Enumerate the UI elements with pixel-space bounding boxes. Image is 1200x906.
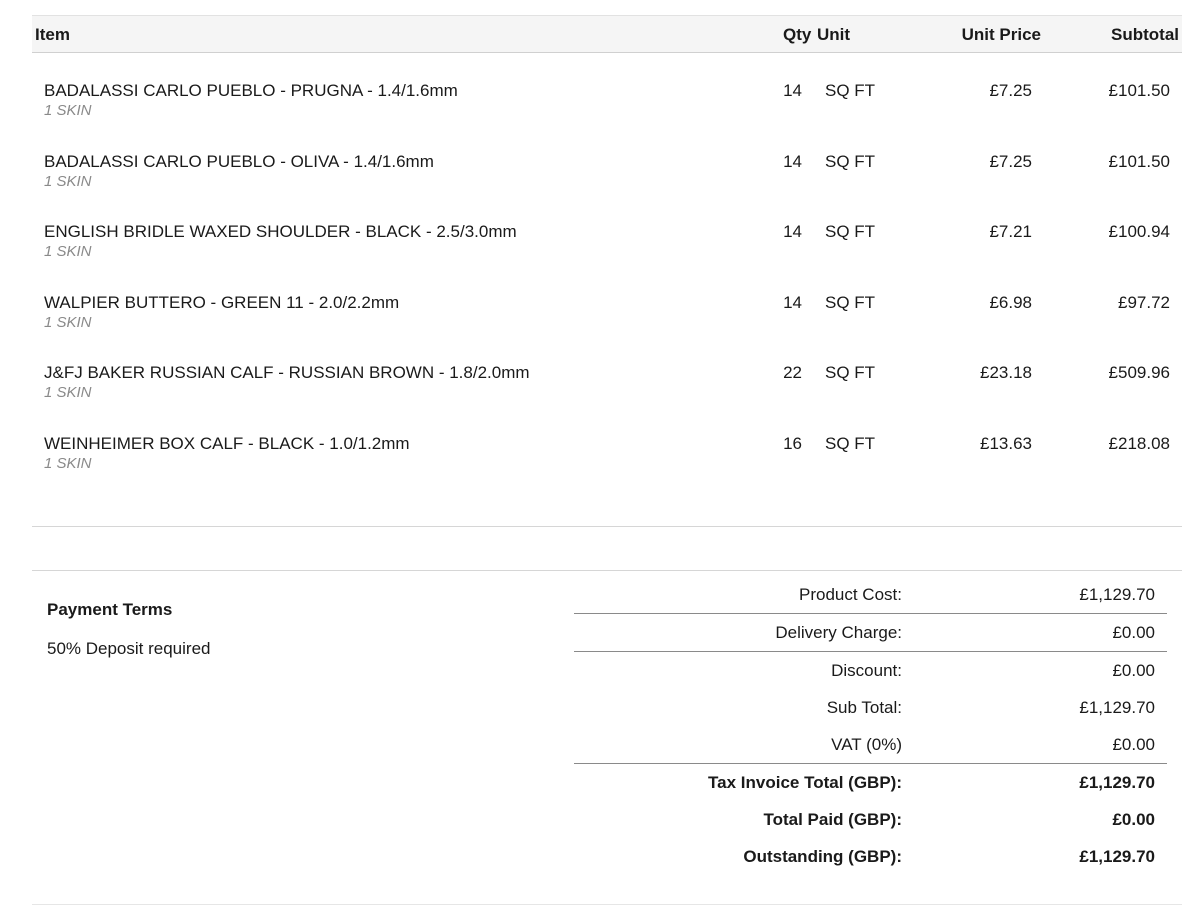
totals-label: VAT (0%) [831, 735, 902, 754]
item-name: WALPIER BUTTERO - GREEN 11 - 2.0/2.2mm [44, 292, 400, 312]
item-unit-price: £6.98 [989, 292, 1032, 312]
item-name: J&FJ BAKER RUSSIAN CALF - RUSSIAN BROWN … [44, 363, 530, 382]
item-note: 1 SKIN [44, 313, 92, 331]
totals-row-total-paid: Total Paid (GBP): £0.00 [574, 801, 1167, 838]
item-subtotal: £101.50 [1108, 151, 1170, 171]
totals-row-delivery-charge: Delivery Charge: £0.00 [574, 614, 1167, 652]
table-row: WALPIER BUTTERO - GREEN 11 - 2.0/2.2mm 1… [32, 265, 1182, 336]
item-unit: SQ FT [825, 363, 876, 382]
header-qty: Qty [783, 25, 812, 44]
item-name: WEINHEIMER BOX CALF - BLACK - 1.0/1.2mm [44, 433, 410, 453]
table-header: Item Qty Unit Unit Price Subtotal [32, 15, 1182, 53]
item-unit: SQ FT [825, 433, 876, 453]
page-bottom-divider [32, 904, 1182, 905]
item-qty: 14 [783, 151, 802, 171]
totals-row-outstanding: Outstanding (GBP): £1,129.70 [574, 838, 1167, 875]
table-row: BADALASSI CARLO PUEBLO - PRUGNA - 1.4/1.… [32, 53, 1182, 124]
item-name: ENGLISH BRIDLE WAXED SHOULDER - BLACK - … [44, 222, 517, 241]
line-items-table: Item Qty Unit Unit Price Subtotal BADALA… [32, 15, 1182, 476]
totals-label: Delivery Charge: [775, 623, 902, 642]
item-note: 1 SKIN [44, 102, 92, 119]
table-row: J&FJ BAKER RUSSIAN CALF - RUSSIAN BROWN … [32, 335, 1182, 406]
item-note: 1 SKIN [44, 243, 92, 260]
totals-label: Discount: [831, 661, 902, 680]
item-note: 1 SKIN [44, 384, 92, 401]
item-qty: 14 [783, 292, 802, 312]
item-subtotal: £101.50 [1108, 81, 1170, 100]
totals-row-invoice-total: Tax Invoice Total (GBP): £1,129.70 [574, 764, 1167, 801]
totals-value: £0.00 [1112, 810, 1155, 829]
totals-value: £1,129.70 [1079, 773, 1155, 792]
table-row: BADALASSI CARLO PUEBLO - OLIVA - 1.4/1.6… [32, 124, 1182, 195]
header-unit-price: Unit Price [961, 25, 1041, 44]
table-row: WEINHEIMER BOX CALF - BLACK - 1.0/1.2mm … [32, 406, 1182, 477]
totals-row-sub-total: Sub Total: £1,129.70 [574, 689, 1167, 726]
item-unit: SQ FT [825, 81, 876, 100]
item-unit: SQ FT [825, 292, 876, 312]
totals-value: £1,129.70 [1079, 698, 1155, 717]
totals-label: Outstanding (GBP): [743, 847, 902, 866]
item-unit-price: £7.21 [989, 222, 1032, 241]
table-bottom-divider [32, 526, 1182, 527]
item-subtotal: £97.72 [1118, 292, 1170, 312]
header-subtotal: Subtotal [1111, 25, 1179, 44]
item-qty: 14 [783, 222, 802, 241]
totals-value: £1,129.70 [1079, 847, 1155, 866]
item-qty: 16 [783, 433, 802, 453]
item-unit-price: £23.18 [980, 363, 1032, 382]
item-note: 1 SKIN [44, 454, 92, 472]
item-name: BADALASSI CARLO PUEBLO - OLIVA - 1.4/1.6… [44, 151, 434, 171]
totals-summary: Product Cost: £1,129.70 Delivery Charge:… [574, 576, 1167, 875]
item-unit: SQ FT [825, 151, 876, 171]
item-subtotal: £100.94 [1108, 222, 1170, 241]
totals-value: £0.00 [1112, 623, 1155, 642]
totals-label: Product Cost: [799, 585, 902, 604]
totals-row-product-cost: Product Cost: £1,129.70 [574, 576, 1167, 614]
payment-terms-text: 50% Deposit required [47, 639, 211, 658]
totals-value: £0.00 [1112, 661, 1155, 680]
item-note: 1 SKIN [44, 172, 92, 190]
item-subtotal: £218.08 [1108, 433, 1170, 453]
totals-value: £0.00 [1112, 735, 1155, 754]
totals-label: Sub Total: [826, 698, 902, 717]
item-qty: 14 [783, 81, 802, 100]
header-item: Item [35, 25, 70, 44]
payment-terms-title: Payment Terms [47, 600, 173, 619]
header-unit: Unit [817, 25, 851, 44]
item-unit-price: £7.25 [989, 81, 1032, 100]
totals-label: Tax Invoice Total (GBP): [708, 773, 902, 792]
item-name: BADALASSI CARLO PUEBLO - PRUGNA - 1.4/1.… [44, 81, 458, 100]
item-unit-price: £7.25 [989, 151, 1032, 171]
totals-row-vat: VAT (0%) £0.00 [574, 726, 1167, 764]
totals-value: £1,129.70 [1079, 585, 1155, 604]
item-unit: SQ FT [825, 222, 876, 241]
item-qty: 22 [783, 363, 802, 382]
table-row: ENGLISH BRIDLE WAXED SHOULDER - BLACK - … [32, 194, 1182, 265]
item-subtotal: £509.96 [1108, 363, 1170, 382]
totals-row-discount: Discount: £0.00 [574, 652, 1167, 689]
summary-top-divider [32, 570, 1182, 571]
totals-label: Total Paid (GBP): [763, 810, 902, 829]
item-unit-price: £13.63 [980, 433, 1032, 453]
